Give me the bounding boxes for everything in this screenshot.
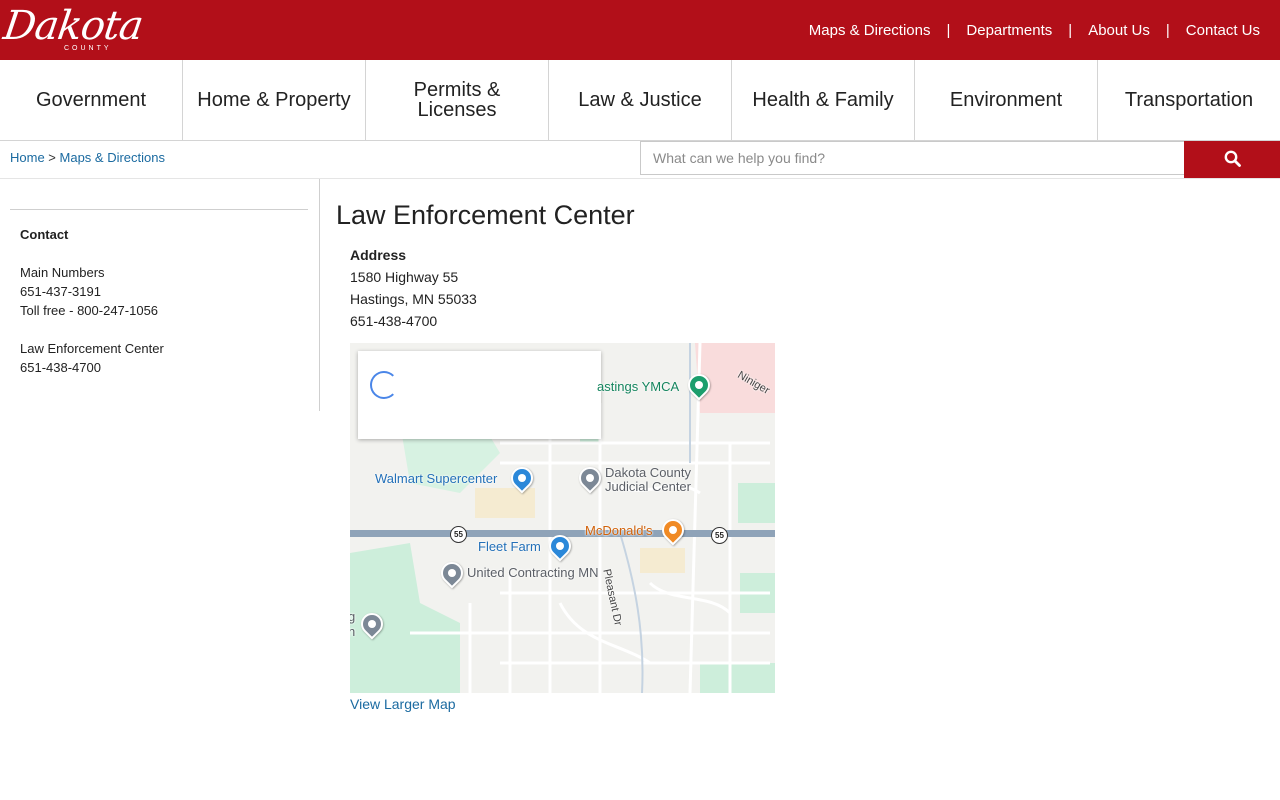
address-phone: 651-438-4700 <box>350 313 438 329</box>
breadcrumb-separator: > <box>44 150 60 165</box>
lec-phone: 651-438-4700 <box>20 360 101 375</box>
sidebar-divider <box>10 209 308 210</box>
link-separator: | <box>1165 21 1170 39</box>
map-label-edge-2: n <box>350 624 356 639</box>
link-about-us[interactable]: About Us <box>1088 22 1150 39</box>
address-street: 1580 Highway 55 <box>350 269 459 285</box>
map-label-ymca[interactable]: astings YMCA <box>597 379 679 394</box>
map-info-card[interactable] <box>358 351 601 439</box>
nav-environment[interactable]: Environment <box>915 60 1098 140</box>
nav-health-family[interactable]: Health & Family <box>732 60 915 140</box>
link-departments[interactable]: Departments <box>966 22 1052 39</box>
search-icon <box>1224 150 1241 170</box>
breadcrumb-home[interactable]: Home <box>10 150 45 165</box>
dakota-county-logo[interactable]: Dakota COUNTY <box>0 2 158 56</box>
main-numbers-title: Main Numbers <box>20 265 105 280</box>
nav-government[interactable]: Government <box>0 60 183 140</box>
link-maps-directions[interactable]: Maps & Directions <box>809 22 931 39</box>
map-label-edge-1: g <box>350 609 356 624</box>
search-input[interactable] <box>640 141 1185 175</box>
highway-shield-icon: 55 <box>450 526 467 543</box>
logo-subtitle: COUNTY <box>64 45 112 52</box>
map-label-mcdonalds[interactable]: McDonald's <box>585 523 653 538</box>
link-separator: | <box>946 21 951 39</box>
address-city: Hastings, MN 55033 <box>350 291 477 307</box>
map-label-united[interactable]: United Contracting MN <box>467 565 599 580</box>
main-phone: 651-437-3191 <box>20 284 101 299</box>
link-separator: | <box>1068 21 1073 39</box>
nav-transportation[interactable]: Transportation <box>1098 60 1280 140</box>
breadcrumb-search-row: Home > Maps & Directions <box>0 141 1280 179</box>
utility-links: Maps & Directions | Departments | About … <box>809 0 1260 60</box>
main-navigation: Government Home & Property Permits & Lic… <box>0 60 1280 141</box>
logo-script: Dakota <box>0 3 146 49</box>
sidebar: Contact Main Numbers 651-437-3191 Toll f… <box>0 179 320 411</box>
breadcrumb-current[interactable]: Maps & Directions <box>60 150 165 165</box>
toll-free-phone: Toll free - 800-247-1056 <box>20 303 159 318</box>
nav-home-property[interactable]: Home & Property <box>183 60 366 140</box>
nav-law-justice[interactable]: Law & Justice <box>549 60 732 140</box>
nav-permits-licenses[interactable]: Permits & Licenses <box>366 60 549 140</box>
highway-shield-icon: 55 <box>711 527 728 544</box>
embedded-map[interactable]: astings YMCA Niniger Walmart Supercenter… <box>350 343 775 693</box>
search-button[interactable] <box>1184 141 1280 178</box>
view-larger-map-link[interactable]: View Larger Map <box>350 696 456 712</box>
map-label-fleet-farm[interactable]: Fleet Farm <box>478 539 541 554</box>
address-label: Address <box>350 247 407 263</box>
address-block: Address 1580 Highway 55 Hastings, MN 550… <box>350 244 477 332</box>
map-label-judicial-2[interactable]: Judicial Center <box>605 479 691 494</box>
page-title: Law Enforcement Center <box>336 200 635 230</box>
top-bar: Dakota COUNTY Maps & Directions | Depart… <box>0 0 1280 60</box>
loading-spinner-icon <box>370 371 398 399</box>
map-label-judicial-1[interactable]: Dakota County <box>605 465 691 480</box>
link-contact-us[interactable]: Contact Us <box>1186 22 1260 39</box>
map-label-walmart[interactable]: Walmart Supercenter <box>375 471 497 486</box>
sidebar-heading: Contact <box>20 227 69 242</box>
lec-title: Law Enforcement Center <box>20 341 164 356</box>
breadcrumb: Home > Maps & Directions <box>10 150 165 165</box>
